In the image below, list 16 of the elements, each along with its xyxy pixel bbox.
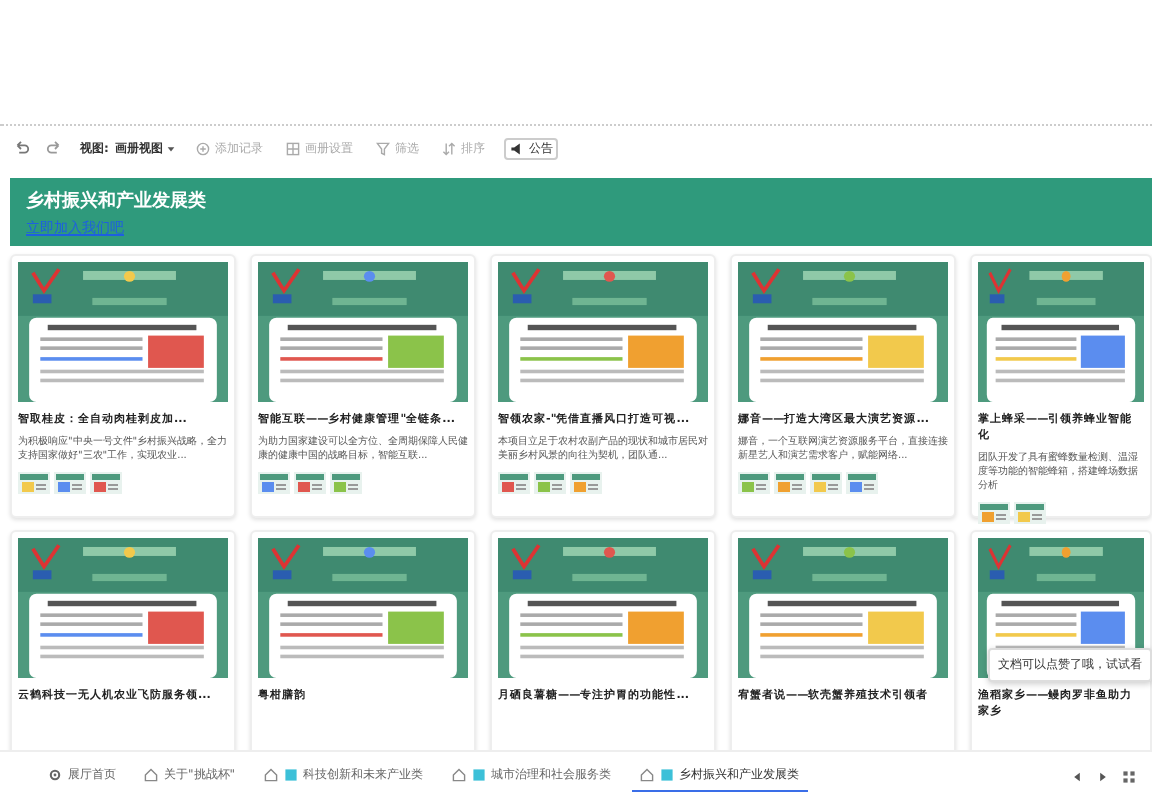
redo-icon[interactable]: [46, 139, 64, 157]
next-icon[interactable]: [1096, 769, 1110, 783]
grid-icon[interactable]: [1122, 769, 1136, 783]
square-icon[interactable]: [471, 768, 486, 782]
previous-icon[interactable]: [1070, 769, 1084, 783]
house-icon[interactable]: [263, 768, 278, 782]
gear-icon[interactable]: [48, 768, 62, 782]
section-title: 乡村振兴和产业发展类: [26, 188, 206, 214]
undo-icon[interactable]: [12, 139, 30, 157]
house-icon[interactable]: [451, 768, 466, 782]
house-icon[interactable]: [639, 768, 654, 782]
square-icon[interactable]: [659, 768, 674, 782]
square-icon[interactable]: [283, 768, 298, 782]
megaphone-icon[interactable]: [510, 141, 525, 155]
house-icon[interactable]: [144, 768, 158, 782]
caret-icon[interactable]: [166, 143, 177, 153]
